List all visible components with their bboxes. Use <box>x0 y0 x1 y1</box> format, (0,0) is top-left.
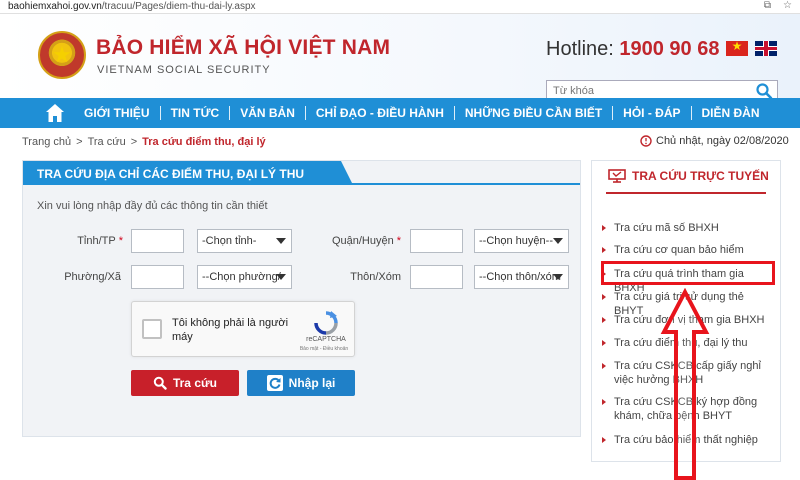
province-label-text: Tỉnh/TP <box>77 235 116 247</box>
recaptcha-checkbox[interactable] <box>142 319 162 339</box>
province-text-input[interactable] <box>131 229 184 253</box>
nav-item-documents[interactable]: VĂN BẢN <box>230 106 305 120</box>
district-select[interactable]: --Chọn huyện-- <box>474 229 569 253</box>
current-date: Chủ nhật, ngày 02/08/2020 <box>656 135 789 147</box>
ward-text-input[interactable] <box>131 265 184 289</box>
bookmark-star-icon[interactable]: ☆ <box>783 0 792 11</box>
nav-item-introduction[interactable]: GIỚI THIỆU <box>74 106 160 120</box>
reset-button-label: Nhập lại <box>288 376 336 390</box>
main-nav: GIỚI THIỆU TIN TỨC VĂN BẢN CHỈ ĐẠO - ĐIỀ… <box>0 98 800 128</box>
breadcrumb-separator: > <box>76 136 83 148</box>
chevron-down-icon <box>553 274 563 280</box>
chevron-down-icon <box>276 238 286 244</box>
vietnam-flag-icon[interactable]: ★ <box>726 39 748 56</box>
breadcrumb-home[interactable]: Trang chủ <box>22 136 71 148</box>
province-select[interactable]: -Chọn tỉnh- <box>197 229 292 253</box>
uk-flag-icon[interactable] <box>755 41 777 56</box>
arrow-up-annotation-icon <box>660 288 710 480</box>
recaptcha-links[interactable]: Bảo mật - Điều khoản <box>294 346 354 352</box>
reset-button[interactable]: Nhập lại <box>247 370 355 396</box>
chevron-down-icon <box>553 238 563 244</box>
home-icon[interactable] <box>44 102 66 124</box>
hamlet-select-value: --Chọn thôn/xóm <box>479 271 561 283</box>
highlight-annotation-box <box>601 261 775 285</box>
chevron-down-icon <box>276 274 286 280</box>
district-text-input[interactable] <box>410 229 463 253</box>
nav-item-forum[interactable]: DIỄN ĐÀN <box>692 106 770 120</box>
monitor-icon <box>608 169 626 183</box>
recaptcha-widget: Tôi không phải là người máy reCAPTCHA Bả… <box>131 301 355 357</box>
site-header: ★ BẢO HIỂM XÃ HỘI VIỆT NAM VIETNAM SOCIA… <box>0 14 800 102</box>
sidebar-title-text: TRA CỨU TRỰC TUYẾN <box>632 169 769 183</box>
ward-label: Phường/Xã <box>64 271 121 283</box>
browser-icons: ⧉ ☆ <box>764 0 792 11</box>
sidebar-title: TRA CỨU TRỰC TUYẾN <box>592 161 780 191</box>
breadcrumb: Trang chủ > Tra cứu > Tra cứu điểm thu, đại … <box>22 136 266 148</box>
district-label-text: Quận/Huyện <box>331 235 394 247</box>
ward-select-value: --Chọn phường/ <box>202 271 281 283</box>
site-subtitle: VIETNAM SOCIAL SECURITY <box>97 64 271 76</box>
district-label: Quận/Huyện * <box>323 235 401 247</box>
ward-select[interactable]: --Chọn phường/ <box>197 265 292 289</box>
hotline-label: Hotline: <box>546 38 614 60</box>
url-host: baohiemxahoi.gov.vn <box>8 1 102 12</box>
sidebar-item-insurance-office[interactable]: Tra cứu cơ quan bảo hiểm <box>598 243 776 257</box>
star-icon: ★ <box>52 42 72 67</box>
national-emblem-logo[interactable]: ★ <box>38 31 86 79</box>
hamlet-text-input[interactable] <box>410 265 463 289</box>
required-mark: * <box>118 235 123 247</box>
browser-address-bar[interactable]: baohiemxahoi.gov.vn/tracuu/Pages/diem-th… <box>0 0 800 14</box>
sidebar-divider <box>606 192 766 194</box>
refresh-icon <box>266 375 283 391</box>
province-label: Tỉnh/TP * <box>63 235 123 247</box>
translate-icon[interactable]: ⧉ <box>764 0 771 11</box>
recaptcha-brand: reCAPTCHA <box>306 336 346 343</box>
lookup-form-panel: TRA CỨU ĐỊA CHỈ CÁC ĐIỂM THU, ĐẠI LÝ THU… <box>22 160 581 437</box>
recaptcha-logo-icon <box>314 311 338 335</box>
breadcrumb-section[interactable]: Tra cứu <box>88 136 126 148</box>
district-select-value: --Chọn huyện-- <box>479 235 553 247</box>
breadcrumb-current: Tra cứu điểm thu, đại lý <box>142 136 266 148</box>
required-mark: * <box>396 235 401 247</box>
province-select-value: -Chọn tỉnh- <box>202 235 257 247</box>
date-info: Chủ nhật, ngày 02/08/2020 <box>640 135 789 147</box>
search-button[interactable]: Tra cứu <box>131 370 239 396</box>
hamlet-select[interactable]: --Chọn thôn/xóm <box>474 265 569 289</box>
recaptcha-label: Tôi không phải là người máy <box>172 317 289 343</box>
form-title: TRA CỨU ĐỊA CHỈ CÁC ĐIỂM THU, ĐẠI LÝ THU <box>23 161 353 185</box>
address-url[interactable]: baohiemxahoi.gov.vn/tracuu/Pages/diem-th… <box>8 1 256 12</box>
hamlet-label: Thôn/Xóm <box>350 271 401 283</box>
clock-icon <box>640 135 652 147</box>
search-icon <box>153 376 167 390</box>
sidebar-item-social-insurance-code[interactable]: Tra cứu mã số BHXH <box>598 221 776 235</box>
search-button-label: Tra cứu <box>172 376 218 390</box>
url-path: /tracuu/Pages/diem-thu-dai-ly.aspx <box>101 1 256 12</box>
breadcrumb-separator: > <box>130 136 138 148</box>
hotline-number: 1900 90 68 <box>619 38 720 60</box>
nav-item-direction[interactable]: CHỈ ĐẠO - ĐIỀU HÀNH <box>306 106 454 120</box>
nav-item-need-to-know[interactable]: NHỮNG ĐIỀU CẦN BIẾT <box>455 106 612 120</box>
nav-item-qa[interactable]: HỎI - ĐÁP <box>613 106 690 120</box>
nav-item-news[interactable]: TIN TỨC <box>161 106 230 120</box>
site-title[interactable]: BẢO HIỂM XÃ HỘI VIỆT NAM <box>96 36 390 60</box>
nav-items: GIỚI THIỆU TIN TỨC VĂN BẢN CHỈ ĐẠO - ĐIỀ… <box>74 98 770 128</box>
form-instruction: Xin vui lòng nhập đầy đủ các thông tin c… <box>37 200 268 212</box>
hotline: Hotline: 1900 90 68 <box>546 38 719 61</box>
